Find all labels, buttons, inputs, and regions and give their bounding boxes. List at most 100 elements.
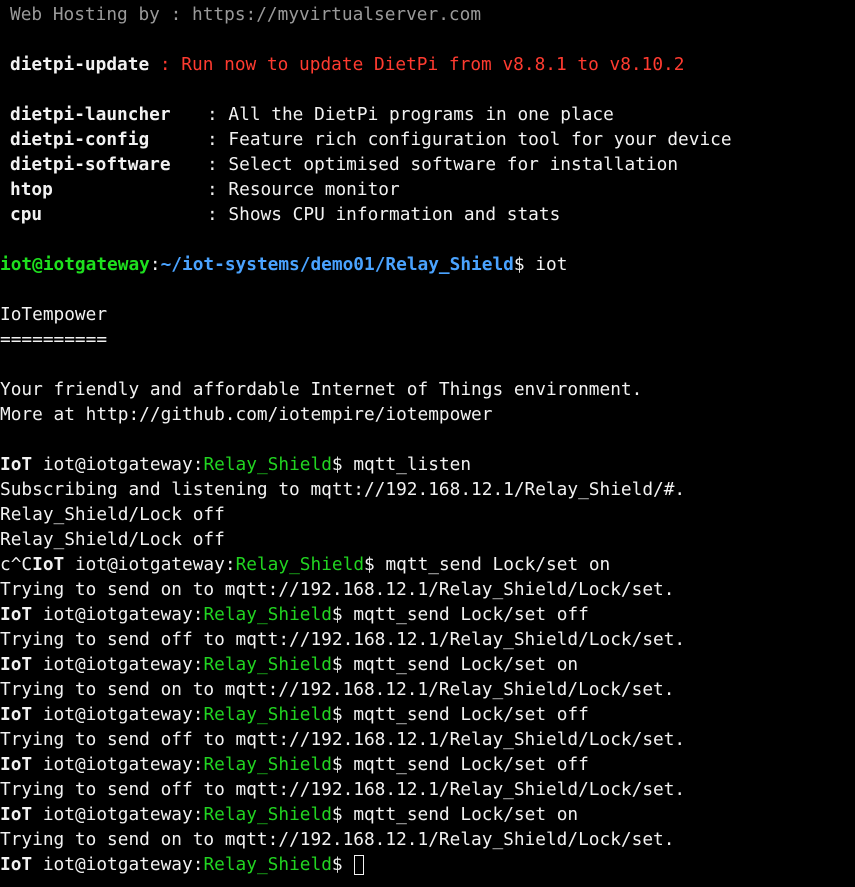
iot-path: Relay_Shield — [203, 704, 332, 725]
banner-command-sep: : — [207, 179, 229, 200]
banner-command-row: cpu: Shows CPU information and stats — [0, 202, 855, 227]
iot-prompt-line: IoT iot@iotgateway:Relay_Shield$ mqtt_li… — [0, 452, 855, 477]
prompt-user-host: iot@iotgateway — [0, 254, 150, 275]
iot-user-host: iot@iotgateway — [32, 604, 193, 625]
iot-prompt-line: c^CIoT iot@iotgateway:Relay_Shield$ mqtt… — [0, 552, 855, 577]
iot-user-host: iot@iotgateway — [32, 854, 193, 875]
output-line: Relay_Shield/Lock off — [0, 529, 225, 550]
iot-path: Relay_Shield — [203, 654, 332, 675]
iot-dollar: $ — [331, 654, 354, 675]
banner-command-sep: : — [207, 129, 229, 150]
banner-command-name: dietpi-launcher — [10, 104, 171, 125]
banner-command-desc: Feature rich configuration tool for your… — [228, 129, 732, 150]
update-cmd: dietpi-update — [10, 54, 150, 75]
update-sep: : — [149, 54, 182, 75]
hosting-sep: : — [159, 4, 192, 25]
output-line: Relay_Shield/Lock off — [0, 504, 225, 525]
banner-command-sep: : — [207, 204, 229, 225]
typed-command: mqtt_send Lock/set off — [353, 754, 589, 775]
iot-dollar: $ — [364, 554, 386, 575]
iot-title: IoTempower — [0, 304, 108, 325]
iot-prefix: IoT — [0, 604, 33, 625]
banner-command-sep: : — [207, 154, 229, 175]
iot-colon: : — [192, 654, 204, 675]
iot-user-host: iot@iotgateway — [32, 654, 193, 675]
iot-path: Relay_Shield — [203, 604, 332, 625]
typed-command: iot — [535, 254, 568, 275]
iot-colon: : — [192, 754, 204, 775]
update-text: Run now to update DietPi from v8.8.1 to … — [181, 54, 685, 75]
iot-path: Relay_Shield — [203, 854, 332, 875]
banner-command-desc: Shows CPU information and stats — [228, 204, 561, 225]
typed-command: mqtt_send Lock/set on — [353, 654, 579, 675]
hosting-line: Web Hosting by : https://myvirtualserver… — [0, 2, 855, 27]
output-line: Trying to send off to mqtt://192.168.12.… — [0, 729, 686, 750]
iot-more-link: More at http://github.com/iotempire/iote… — [0, 404, 493, 425]
typed-command: mqtt_send Lock/set off — [353, 704, 589, 725]
ctrl-c-echo: c^C — [0, 554, 33, 575]
banner-command-row: dietpi-software: Select optimised softwa… — [0, 152, 855, 177]
output-line: Trying to send on to mqtt://192.168.12.1… — [0, 579, 675, 600]
iot-user-host: iot@iotgateway — [32, 454, 193, 475]
iot-prompt-line: IoT iot@iotgateway:Relay_Shield$ mqtt_se… — [0, 802, 855, 827]
banner-command-name: dietpi-software — [10, 154, 171, 175]
banner-command-row: dietpi-config: Feature rich configuratio… — [0, 127, 855, 152]
banner-command-desc: Select optimised software for installati… — [228, 154, 679, 175]
banner-command-desc: Resource monitor — [228, 179, 400, 200]
iot-colon: : — [192, 854, 204, 875]
output-line: Trying to send on to mqtt://192.168.12.1… — [0, 679, 675, 700]
hosting-label: Web Hosting by — [10, 4, 160, 25]
banner-command-row: htop: Resource monitor — [0, 177, 855, 202]
iot-colon: : — [192, 604, 204, 625]
iot-path: Relay_Shield — [203, 454, 332, 475]
banner-command-name: cpu — [10, 204, 43, 225]
typed-command: mqtt_send Lock/set on — [385, 554, 611, 575]
iot-dollar: $ — [331, 454, 354, 475]
prompt-colon: : — [149, 254, 161, 275]
iot-colon: : — [192, 704, 204, 725]
iot-prompt-line: IoT iot@iotgateway:Relay_Shield$ mqtt_se… — [0, 602, 855, 627]
iot-dollar: $ — [331, 754, 354, 775]
banner-command-row: dietpi-launcher: All the DietPi programs… — [0, 102, 855, 127]
banner-command-name: htop — [10, 179, 53, 200]
banner-command-name: dietpi-config — [10, 129, 150, 150]
iot-title-underline: ========== — [0, 329, 108, 350]
typed-command: mqtt_send Lock/set off — [353, 604, 589, 625]
output-line: Trying to send off to mqtt://192.168.12.… — [0, 779, 686, 800]
banner-command-sep: : — [207, 104, 229, 125]
iot-colon: : — [224, 554, 236, 575]
iot-user-host: iot@iotgateway — [32, 754, 193, 775]
iot-prompt-line: IoT iot@iotgateway:Relay_Shield$ mqtt_se… — [0, 752, 855, 777]
iot-path: Relay_Shield — [203, 804, 332, 825]
iot-dollar: $ — [331, 804, 354, 825]
output-line: Subscribing and listening to mqtt://192.… — [0, 479, 686, 500]
iot-user-host: iot@iotgateway — [32, 704, 193, 725]
iot-dollar: $ — [331, 704, 354, 725]
iot-user-host: iot@iotgateway — [64, 554, 225, 575]
iot-prefix: IoT — [0, 804, 33, 825]
iot-path: Relay_Shield — [235, 554, 365, 575]
iot-prefix: IoT — [0, 654, 33, 675]
iot-prefix: IoT — [32, 554, 65, 575]
output-line: Trying to send on to mqtt://192.168.12.1… — [0, 829, 675, 850]
prompt-path: ~/iot-systems/demo01/Relay_Shield — [160, 254, 514, 275]
text-cursor[interactable] — [354, 855, 365, 875]
prompt-dollar: $ — [513, 254, 536, 275]
iot-prefix: IoT — [0, 854, 33, 875]
terminal-window[interactable]: Web Hosting by : https://myvirtualserver… — [0, 0, 855, 887]
typed-command: mqtt_listen — [353, 454, 472, 475]
iot-prefix: IoT — [0, 704, 33, 725]
iot-colon: : — [192, 804, 204, 825]
iot-user-host: iot@iotgateway — [32, 804, 193, 825]
banner-command-desc: All the DietPi programs in one place — [228, 104, 614, 125]
active-prompt-line[interactable]: IoT iot@iotgateway:Relay_Shield$ — [0, 852, 855, 877]
iot-dollar: $ — [331, 604, 354, 625]
iot-path: Relay_Shield — [203, 754, 332, 775]
iot-colon: : — [192, 454, 204, 475]
typed-command: mqtt_send Lock/set on — [353, 804, 579, 825]
